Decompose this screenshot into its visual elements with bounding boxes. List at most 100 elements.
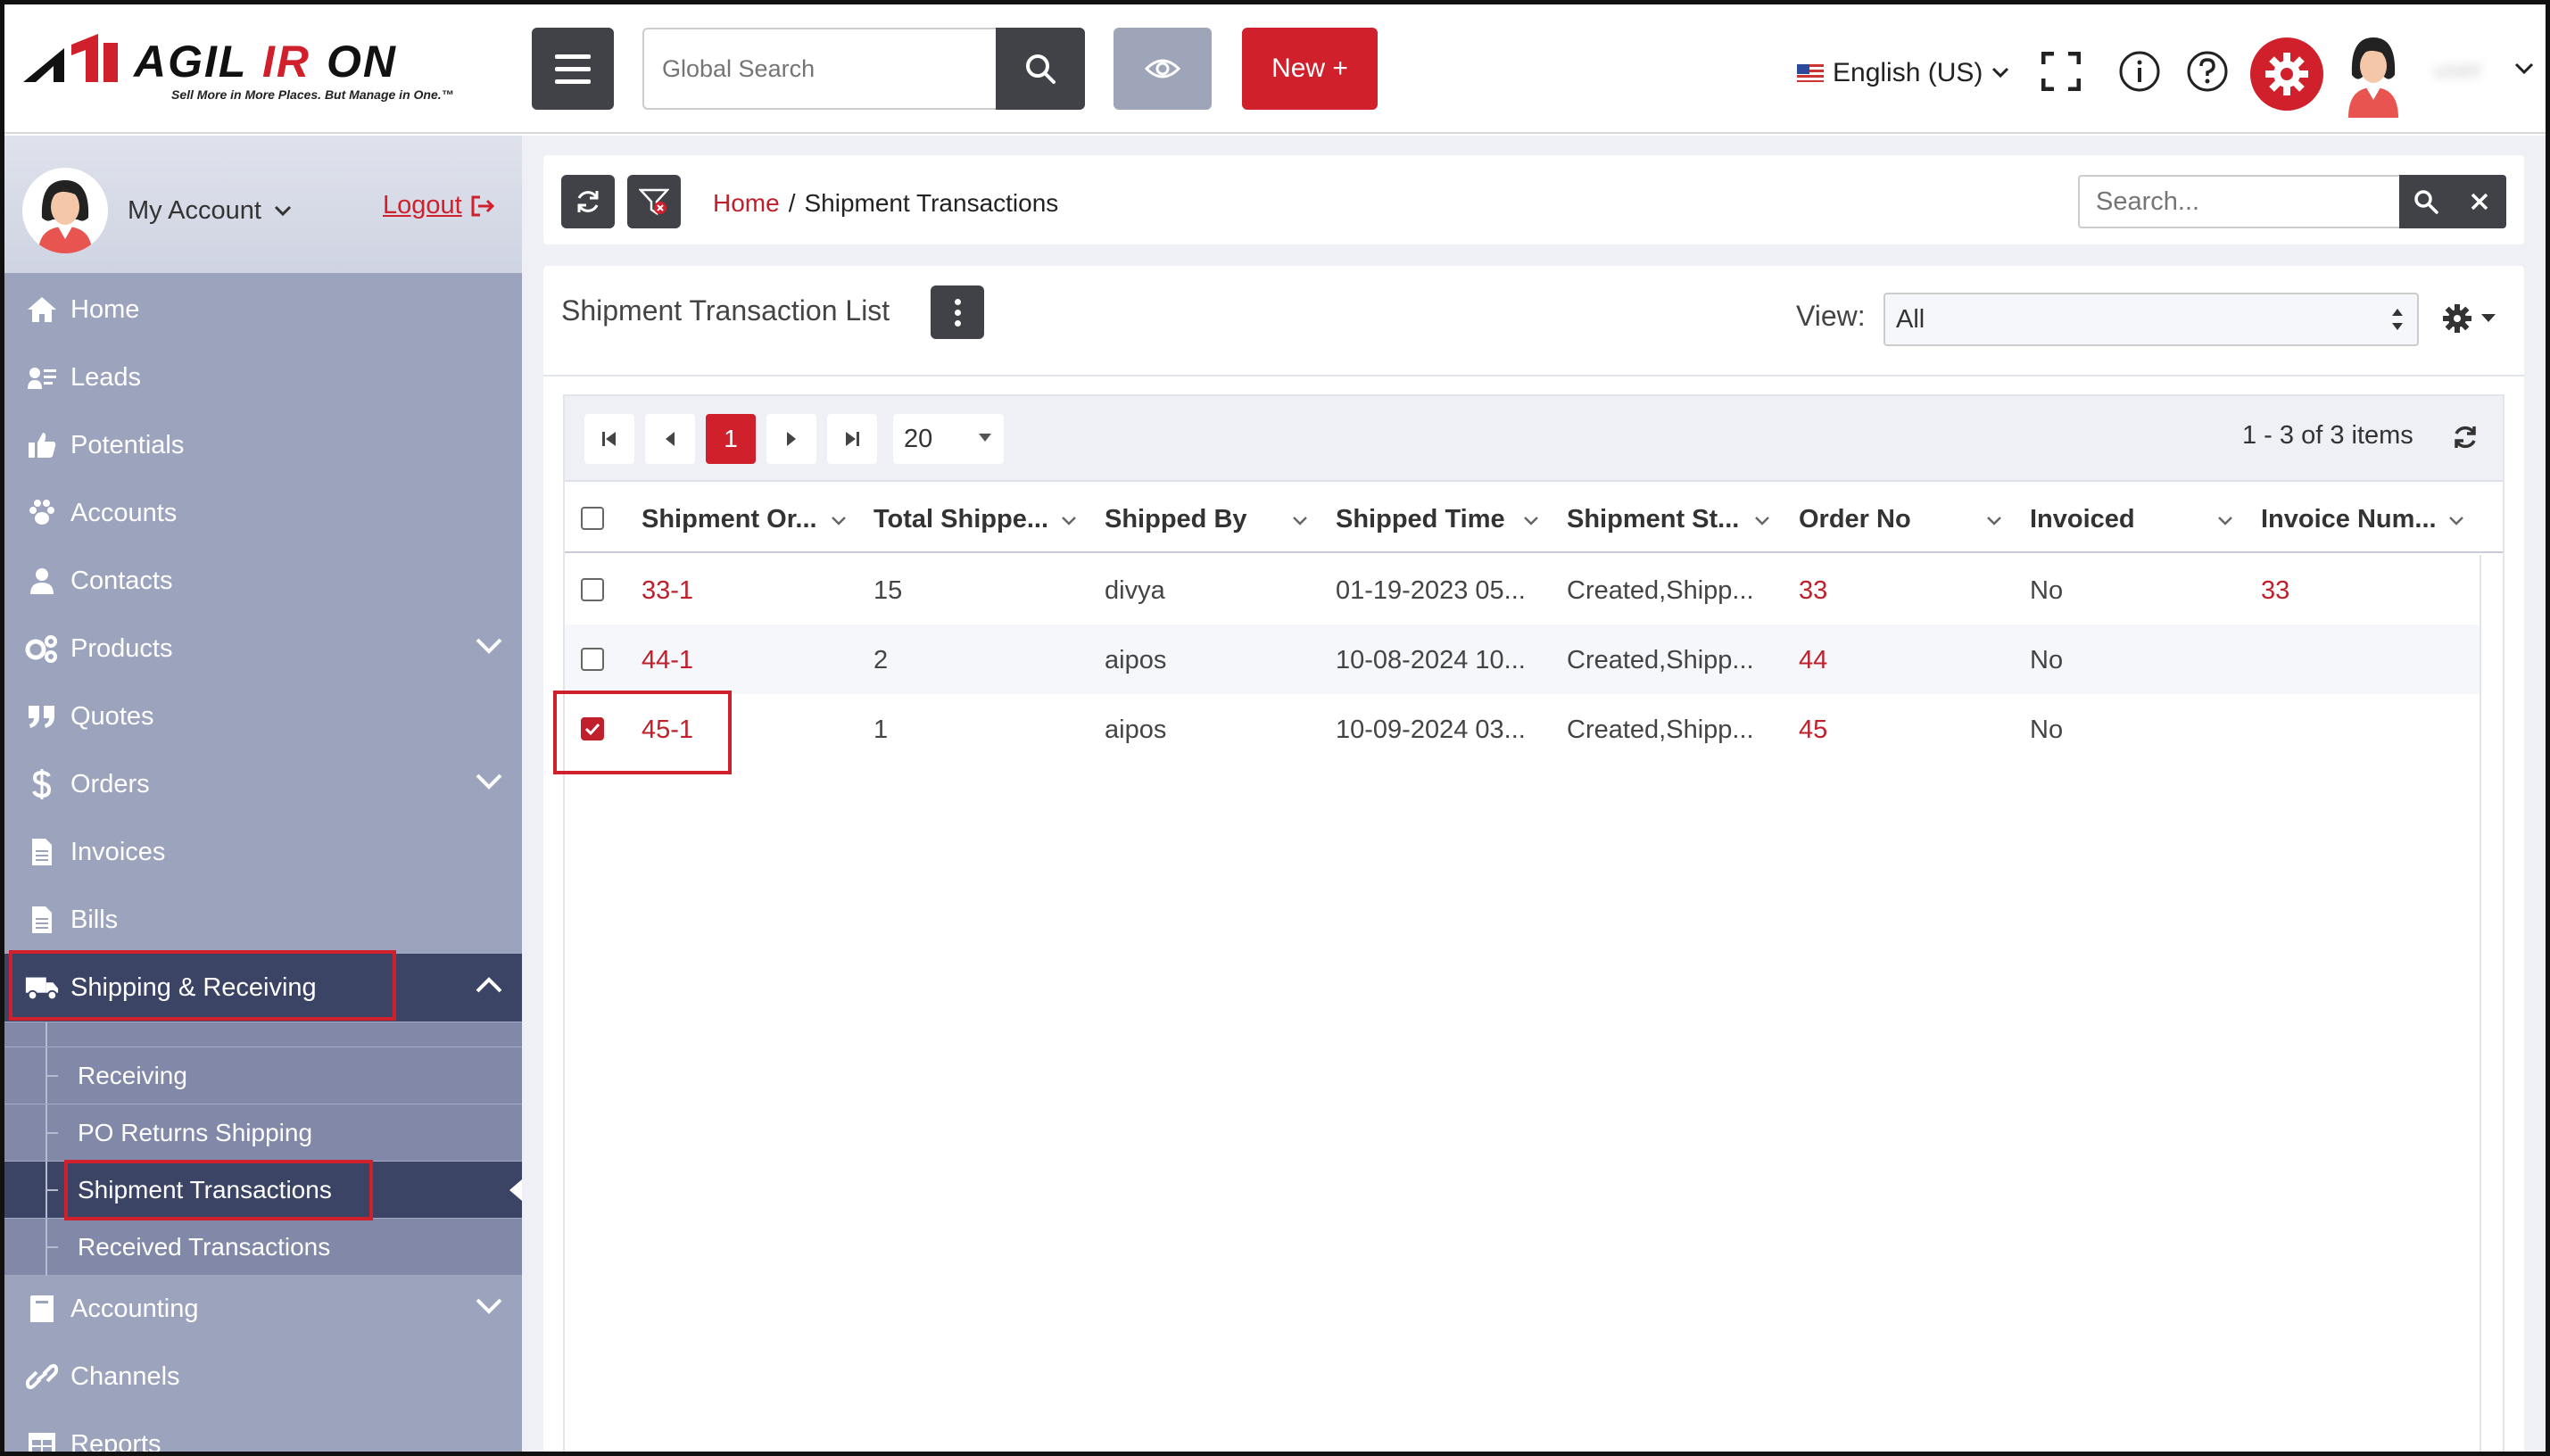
sidebar-subitem-po-returns-shipping[interactable]: PO Returns Shipping <box>4 1104 522 1162</box>
caret-down-icon[interactable] <box>2481 314 2496 322</box>
language-selector[interactable]: English (US) <box>1797 55 2009 91</box>
view-select[interactable]: All <box>1884 293 2419 346</box>
column-header-shipment-order[interactable]: Shipment Or... <box>642 505 817 534</box>
select-all-checkbox[interactable] <box>581 507 604 530</box>
global-search-input[interactable] <box>642 28 998 110</box>
refresh-icon[interactable] <box>2451 423 2480 451</box>
caret-down-icon <box>979 434 991 442</box>
chevron-down-icon[interactable] <box>2448 516 2464 526</box>
sidebar-item-products[interactable]: Products <box>4 615 522 682</box>
sidebar-item-home[interactable]: Home <box>4 276 522 343</box>
avatar[interactable] <box>22 168 108 253</box>
clear-search-button[interactable] <box>2453 175 2506 228</box>
chevron-down-icon[interactable] <box>2514 62 2534 75</box>
order-no-link[interactable]: 33 <box>1799 576 1827 606</box>
svg-text:ON: ON <box>327 37 397 86</box>
shipment-order-link[interactable]: 33-1 <box>642 576 693 606</box>
row-checkbox[interactable] <box>581 578 604 601</box>
sidebar-item-quotes[interactable]: Quotes <box>4 682 522 750</box>
column-header-shipped-by[interactable]: Shipped By <box>1105 505 1247 534</box>
column-header-shipped-time[interactable]: Shipped Time <box>1336 505 1505 534</box>
new-button[interactable]: New + <box>1242 28 1378 110</box>
sidebar-item-bills[interactable]: Bills <box>4 886 522 954</box>
sidebar-item-accounting[interactable]: Accounting <box>4 1275 522 1343</box>
info-button[interactable] <box>2118 50 2161 93</box>
chevron-down-icon[interactable] <box>831 516 847 526</box>
sidebar-item-contacts[interactable]: Contacts <box>4 547 522 615</box>
sidebar-item-label: Home <box>70 294 140 324</box>
current-page: 1 <box>724 425 738 452</box>
highlight-shipping-receiving <box>9 950 396 1021</box>
table-row[interactable]: 45-1 1 aipos 10-09-2024 03... Created,Sh… <box>565 694 2480 764</box>
column-header-invoiced[interactable]: Invoiced <box>2030 505 2135 534</box>
close-icon <box>2471 193 2488 211</box>
chevron-down-icon[interactable] <box>2217 516 2233 526</box>
column-header-shipment-status[interactable]: Shipment St... <box>1567 505 1739 534</box>
chevron-down-icon[interactable] <box>1061 516 1077 526</box>
book-icon <box>24 1294 60 1324</box>
settings-button[interactable] <box>2250 37 2323 111</box>
global-search-button[interactable] <box>996 28 1085 110</box>
paw-icon <box>24 499 60 527</box>
sidebar-subitem-received-transactions[interactable]: Received Transactions <box>4 1218 522 1276</box>
first-page-button[interactable] <box>584 414 634 464</box>
preview-toggle-button[interactable] <box>1114 28 1212 110</box>
prev-page-button[interactable] <box>645 414 695 464</box>
clear-filter-button[interactable] <box>627 175 681 228</box>
page-size-value: 20 <box>904 424 933 453</box>
column-header-order-no[interactable]: Order No <box>1799 505 1911 534</box>
chevron-down-icon[interactable] <box>1754 516 1770 526</box>
sidebar-item-leads[interactable]: Leads <box>4 343 522 411</box>
logout-link[interactable]: Logout <box>383 191 496 220</box>
table-row[interactable]: 33-1 15 divya 01-19-2023 05... Created,S… <box>565 555 2480 625</box>
sidebar-item-reports[interactable]: Reports <box>4 1410 522 1456</box>
list-search-input[interactable] <box>2078 175 2401 228</box>
vertical-scrollbar[interactable] <box>2480 555 2503 1456</box>
sidebar-subitem-receiving[interactable]: Receiving <box>4 1046 522 1104</box>
list-actions-button[interactable] <box>931 285 984 339</box>
breadcrumb-home-link[interactable]: Home <box>713 189 780 218</box>
refresh-button[interactable] <box>561 175 615 228</box>
logout-icon <box>471 195 494 216</box>
svg-text:IR: IR <box>262 37 310 86</box>
shipment-order-link[interactable]: 44-1 <box>642 646 693 675</box>
sidebar-item-label: Leads <box>70 362 142 392</box>
divider <box>543 375 2524 376</box>
fullscreen-button[interactable] <box>2040 50 2082 93</box>
eye-icon <box>1145 59 1180 79</box>
gear-icon[interactable] <box>2442 303 2472 334</box>
column-header-invoice-number[interactable]: Invoice Num... <box>2261 505 2437 534</box>
chevron-down-icon[interactable] <box>1986 516 2002 526</box>
my-account-menu[interactable]: My Account <box>128 196 292 226</box>
chevron-down-icon[interactable] <box>1292 516 1308 526</box>
thumbs-up-icon <box>24 431 60 459</box>
agiliron-logo[interactable]: AGIL IR ON Sell More in More Places. But… <box>23 32 496 111</box>
column-header-total-shipped[interactable]: Total Shippe... <box>873 505 1048 534</box>
help-button[interactable] <box>2186 50 2229 93</box>
sidebar-item-invoices[interactable]: Invoices <box>4 818 522 886</box>
sidebar-item-channels[interactable]: Channels <box>4 1343 522 1410</box>
row-checkbox[interactable] <box>581 648 604 671</box>
table-row[interactable]: 44-1 2 aipos 10-08-2024 10... Created,Sh… <box>565 625 2480 694</box>
sidebar-item-accounts[interactable]: Accounts <box>4 479 522 547</box>
order-no-link[interactable]: 45 <box>1799 716 1827 745</box>
list-search-button[interactable] <box>2399 175 2453 228</box>
page-number-button[interactable]: 1 <box>706 414 756 464</box>
next-page-button[interactable] <box>766 414 816 464</box>
menu-toggle-button[interactable] <box>532 28 614 110</box>
order-no-link[interactable]: 44 <box>1799 646 1827 675</box>
user-icon <box>24 567 60 595</box>
shipped-by-cell: aipos <box>1105 716 1167 744</box>
page-size-select[interactable]: 20 <box>893 414 1004 464</box>
shipped-time-cell: 10-09-2024 03... <box>1336 716 1526 744</box>
breadcrumb-bar: Home / Shipment Transactions <box>543 155 2524 244</box>
invoice-number-link[interactable]: 33 <box>2261 576 2289 606</box>
language-label: English (US) <box>1833 58 1983 87</box>
chevron-down-icon[interactable] <box>1523 516 1539 526</box>
user-avatar[interactable] <box>2339 32 2407 118</box>
shipped-by-cell: divya <box>1105 576 1165 605</box>
document-icon <box>24 837 60 867</box>
last-page-button[interactable] <box>827 414 877 464</box>
sidebar-item-potentials[interactable]: Potentials <box>4 411 522 479</box>
sidebar-item-orders[interactable]: Orders <box>4 750 522 818</box>
